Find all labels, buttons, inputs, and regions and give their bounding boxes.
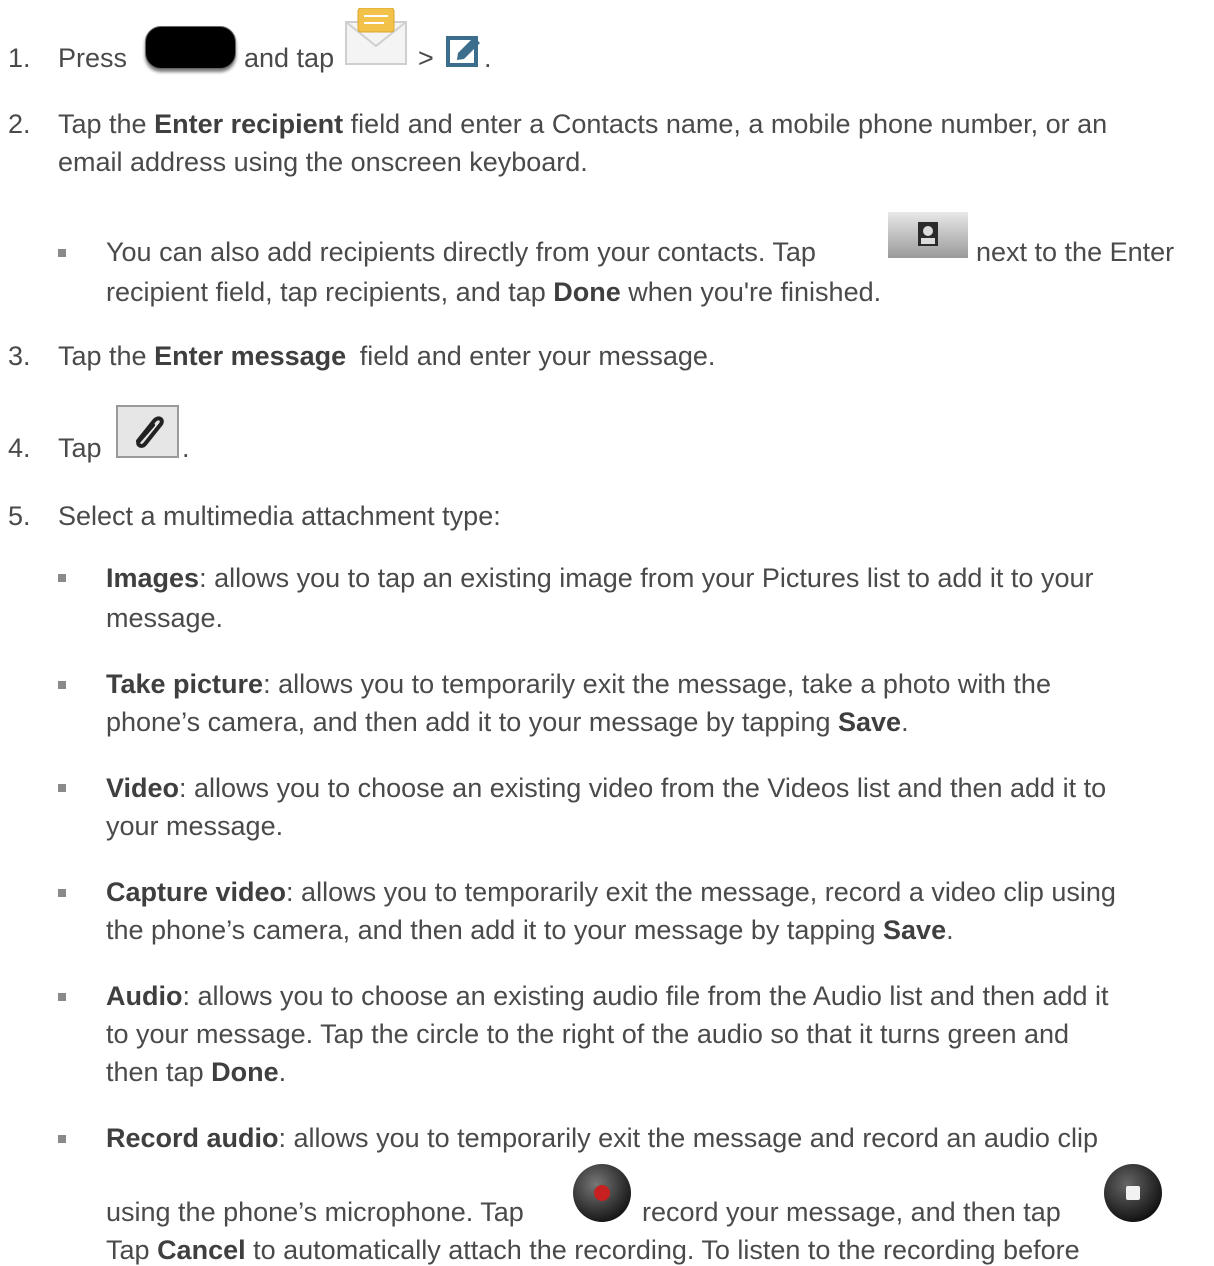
- option-take-picture-line-1: Take picture: allows you to temporarily …: [106, 668, 1051, 700]
- and-tap-text: and tap: [244, 43, 335, 73]
- bullet: [58, 574, 66, 582]
- text: : allows you to temporarily exit the mes…: [278, 1123, 1098, 1153]
- option-audio-line-1: Audio: allows you to choose an existing …: [106, 980, 1109, 1012]
- step-number: 3.: [8, 341, 31, 371]
- video-label: Video: [106, 773, 180, 803]
- text: Tap the: [58, 341, 147, 371]
- step-2-line-2: email address using the onscreen keyboar…: [58, 147, 588, 177]
- option-images-line-2: message.: [106, 603, 224, 633]
- text: Select a multimedia attachment type:: [58, 501, 501, 531]
- option-take-picture-line-2: phone’s camera, and then add it to your …: [106, 706, 909, 738]
- text: : allows you to choose an existing audio…: [182, 981, 1109, 1011]
- text: field and enter a Contacts name, a mobil…: [350, 109, 1108, 139]
- text: recipient field, tap recipients, and tap: [106, 277, 546, 307]
- contacts-note-line-1b: next to the Enter: [976, 237, 1175, 267]
- attach-paperclip-icon: [116, 405, 179, 458]
- images-label: Images: [106, 563, 200, 593]
- contacts-note-line-2: recipient field, tap recipients, and tap…: [106, 276, 881, 308]
- period: .: [278, 1057, 287, 1087]
- text: the phone’s camera, and then add it to y…: [106, 915, 876, 945]
- save-bold: Save: [883, 915, 947, 945]
- bullet: [58, 889, 66, 897]
- take-picture-label: Take picture: [106, 669, 264, 699]
- text: : allows you to temporarily exit the mes…: [263, 669, 1051, 699]
- bullet: [58, 1135, 66, 1143]
- text: Tap the: [58, 109, 147, 139]
- contacts-icon: [888, 212, 968, 258]
- contacts-note-line-1a: You can also add recipients directly fro…: [106, 237, 816, 267]
- text: Tap: [58, 433, 102, 463]
- record-icon: [573, 1164, 631, 1222]
- option-video-line-2: your message.: [106, 811, 284, 841]
- option-record-audio-line-2b: record your message, and then tap: [642, 1197, 1061, 1227]
- option-record-audio-line-3: Tap Cancel to automatically attach the r…: [106, 1234, 1080, 1266]
- step-number: 1.: [8, 43, 31, 73]
- step-number: 2.: [8, 109, 31, 139]
- capture-video-label: Capture video: [106, 877, 287, 907]
- messaging-icon: [345, 8, 407, 65]
- step-number: 4.: [8, 433, 31, 463]
- period: .: [182, 433, 190, 463]
- bullet: [58, 784, 66, 792]
- enter-recipient-bold: Enter recipient: [154, 109, 344, 139]
- home-button-icon: [145, 26, 236, 69]
- text: : allows you to tap an existing image fr…: [199, 563, 1094, 593]
- text: field and enter your message.: [359, 341, 716, 371]
- option-record-audio-line-2a: using the phone’s microphone. Tap: [106, 1197, 524, 1227]
- press-text: Press: [58, 43, 128, 73]
- text: phone’s camera, and then add it to your …: [106, 707, 831, 737]
- text: to automatically attach the recording. T…: [253, 1235, 1080, 1265]
- bullet: [58, 249, 66, 257]
- audio-label: Audio: [106, 981, 183, 1011]
- text: Tap: [106, 1235, 150, 1265]
- option-images-line-1: Images: allows you to tap an existing im…: [106, 562, 1093, 594]
- period: .: [946, 915, 954, 945]
- option-capture-video-line-1: Capture video: allows you to temporarily…: [106, 876, 1116, 908]
- record-audio-label: Record audio: [106, 1123, 279, 1153]
- done-bold: Done: [553, 277, 621, 307]
- step-number: 5.: [8, 501, 31, 531]
- save-bold: Save: [838, 707, 902, 737]
- compose-icon: [446, 36, 480, 67]
- text: when you're finished.: [628, 277, 882, 307]
- text: : allows you to temporarily exit the mes…: [286, 877, 1116, 907]
- option-audio-line-3: then tap Done.: [106, 1056, 286, 1088]
- done-bold: Done: [211, 1057, 279, 1087]
- option-capture-video-line-2: the phone’s camera, and then add it to y…: [106, 914, 954, 946]
- period: .: [901, 707, 909, 737]
- bullet: [58, 681, 66, 689]
- gt-text: >: [418, 43, 434, 73]
- text: : allows you to choose an existing video…: [179, 773, 1107, 803]
- period: .: [484, 43, 492, 73]
- option-audio-line-2: to your message. Tap the circle to the r…: [106, 1019, 1070, 1049]
- text: then tap: [106, 1057, 204, 1087]
- option-record-audio-line-1: Record audio: allows you to temporarily …: [106, 1122, 1098, 1154]
- option-video-line-1: Video: allows you to choose an existing …: [106, 772, 1106, 804]
- bullet: [58, 993, 66, 1001]
- stop-icon: [1104, 1164, 1162, 1222]
- cancel-bold: Cancel: [157, 1235, 246, 1265]
- enter-message-bold: Enter message: [154, 341, 347, 371]
